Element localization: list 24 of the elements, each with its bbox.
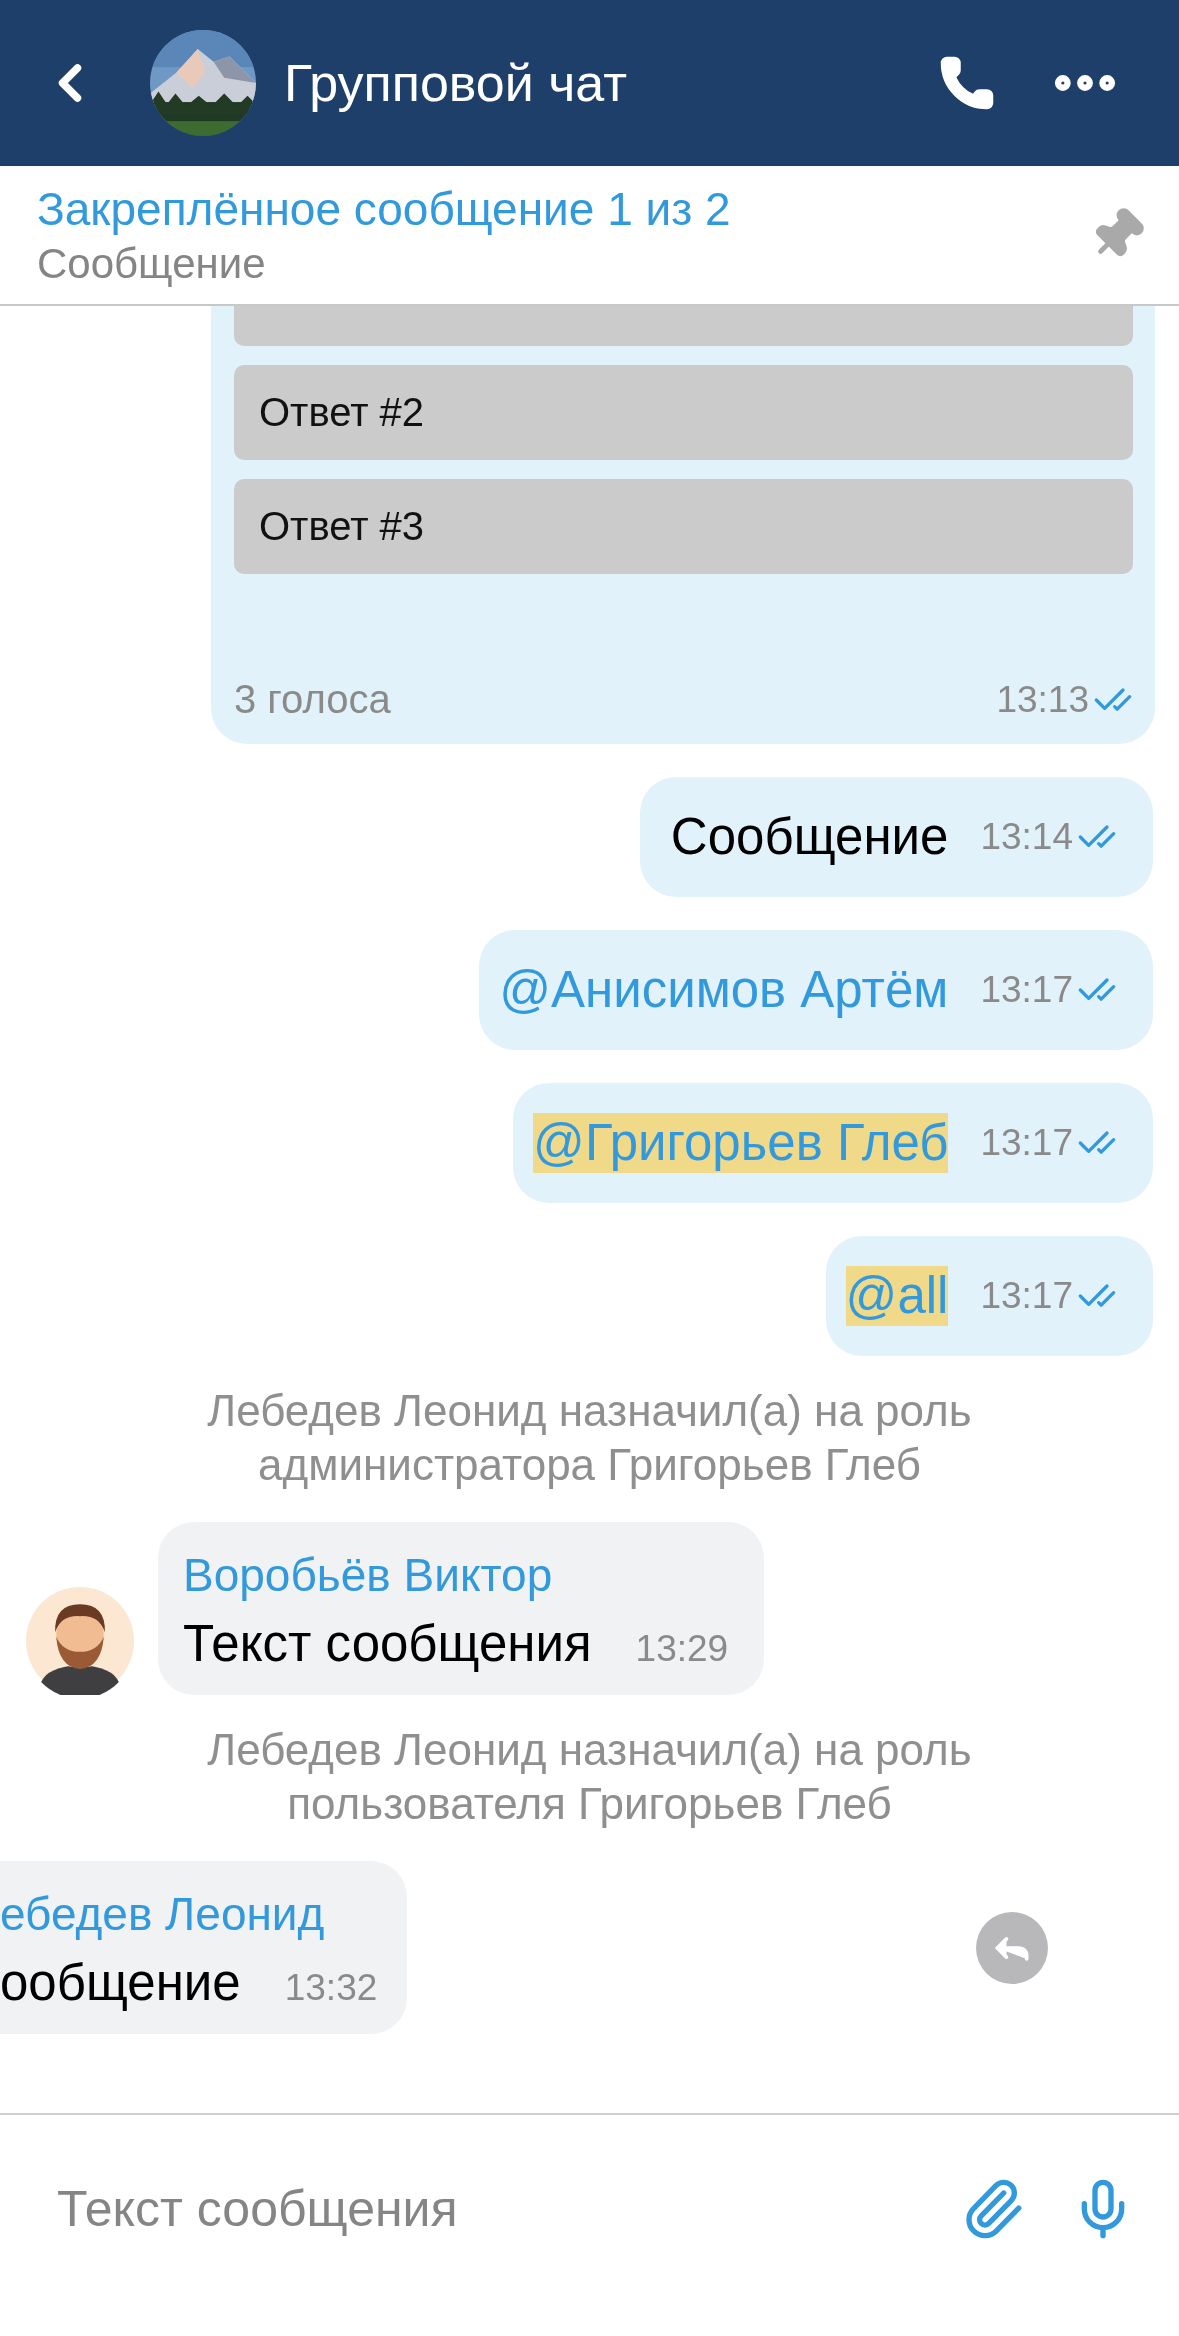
poll-option[interactable]: Ответ #2 bbox=[234, 365, 1133, 460]
message-time: 13:17 bbox=[980, 969, 1073, 1011]
message-time: 13:32 bbox=[284, 1967, 378, 2009]
sender-name[interactable]: ебедев Леонид bbox=[0, 1887, 378, 1941]
pinned-preview: Сообщение bbox=[37, 240, 267, 288]
vote-count: 3 голоса bbox=[234, 677, 392, 722]
message-time: 13:17 bbox=[980, 1122, 1073, 1164]
message-time: 13:13 bbox=[996, 678, 1089, 721]
message-input[interactable]: Текст сообщения bbox=[55, 2177, 941, 2241]
message-text: ообщение bbox=[0, 1953, 241, 2012]
message-time: 13:14 bbox=[980, 816, 1073, 858]
system-message: Лебедев Леонид назначил(а) на роль администратора Григорьев Глеб bbox=[207, 1385, 972, 1491]
chat-title: Групповой чат bbox=[284, 53, 628, 113]
mention-link[interactable]: @all bbox=[845, 1266, 949, 1326]
message-text: Текст сообщения bbox=[183, 1614, 592, 1673]
pinned-title: Закреплённое сообщение 1 из 2 bbox=[37, 182, 732, 236]
message-time: 13:29 bbox=[635, 1628, 729, 1670]
message-text: Сообщение bbox=[670, 807, 949, 867]
poll-option[interactable]: Ответ #3 bbox=[234, 479, 1133, 574]
mention-link[interactable]: @Григорьев Глеб bbox=[533, 1113, 949, 1173]
system-message: Лебедев Леонид назначил(а) на роль пользователя Григорьев Глеб bbox=[207, 1724, 972, 1830]
message-time: 13:17 bbox=[980, 1275, 1073, 1317]
sender-name[interactable]: Воробьёв Виктор bbox=[183, 1548, 729, 1602]
mention-link[interactable]: @Анисимов Артём bbox=[499, 960, 949, 1020]
